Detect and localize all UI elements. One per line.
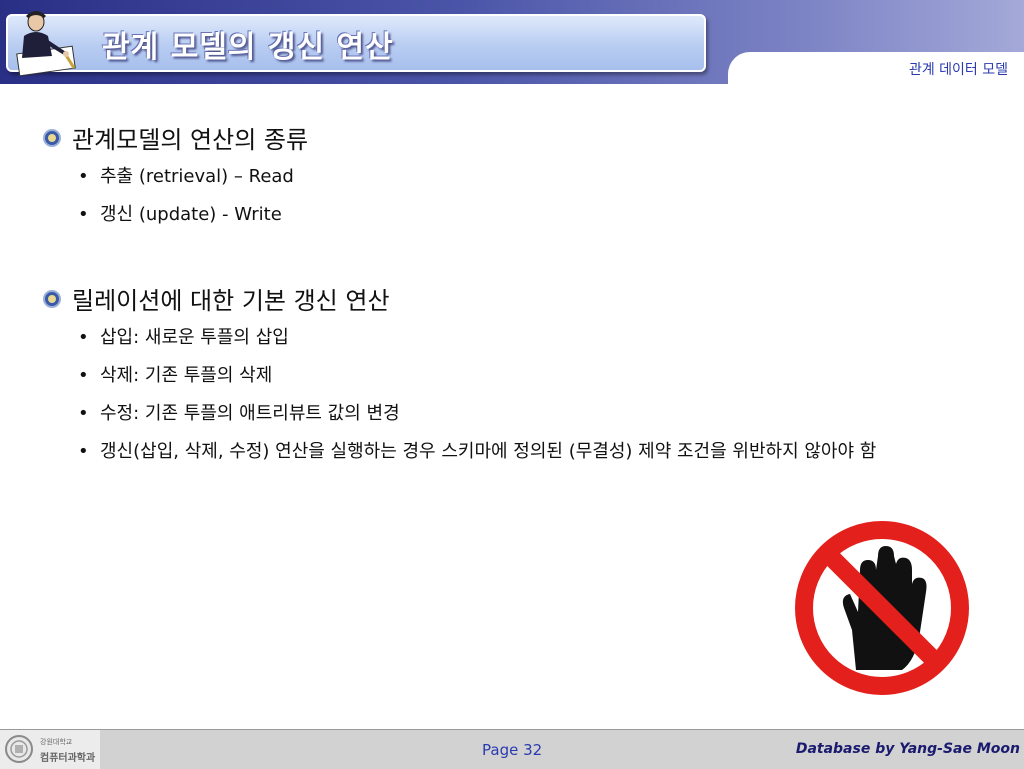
- section-label: 관계 데이터 모델: [908, 62, 1008, 78]
- emblem-bullet-icon: [43, 128, 61, 147]
- bullet-dot: •: [78, 327, 89, 348]
- footer-department-name: 컴퓨터과학과: [40, 753, 96, 764]
- list-item: • 삽입: 새로운 투플의 삽입: [78, 323, 958, 352]
- list-item: • 갱신(삽입, 삭제, 수정) 연산을 실행하는 경우 스키마에 정의된 (무…: [78, 437, 958, 466]
- list-item-text: 삭제: 기존 투플의 삭제: [100, 365, 273, 386]
- university-logo: 강원대학교 컴퓨터과학과: [0, 730, 100, 769]
- list-item: • 추출 (retrieval) – Read: [78, 162, 958, 191]
- bullet-dot: •: [78, 441, 89, 462]
- bullet-heading: 관계모델의 연산의 종류: [72, 126, 309, 154]
- list-item-text: 삽입: 새로운 투플의 삽입: [100, 327, 289, 348]
- main-bullet-operation-types: 관계모델의 연산의 종류: [42, 120, 982, 155]
- list-item: • 삭제: 기존 투플의 삭제: [78, 361, 958, 390]
- bullet-heading: 릴레이션에 대한 기본 갱신 연산: [72, 287, 390, 315]
- stop-hand-icon: [795, 521, 969, 695]
- page-number: Page 32: [482, 741, 543, 759]
- footer-credit: Database by Yang-Sae Moon: [795, 741, 1020, 757]
- bullet-dot: •: [78, 403, 89, 424]
- list-item-text: 추출 (retrieval) – Read: [100, 166, 294, 187]
- list-item-text: 수정: 기존 투플의 애트리뷰트 값의 변경: [100, 403, 400, 424]
- main-bullet-update-operations: 릴레이션에 대한 기본 갱신 연산: [42, 281, 982, 316]
- bullet-dot: •: [78, 365, 89, 386]
- page-title: 관계 모델의 갱신 연산: [102, 30, 394, 65]
- list-item-text: 갱신 (update) - Write: [100, 204, 282, 225]
- university-seal-icon: [5, 735, 33, 763]
- bullet-dot: •: [78, 204, 89, 225]
- list-item: • 수정: 기존 투플의 애트리뷰트 값의 변경: [78, 399, 958, 428]
- list-item-text: 갱신(삽입, 삭제, 수정) 연산을 실행하는 경우 스키마에 정의된 (무결성…: [100, 441, 877, 462]
- bullet-dot: •: [78, 166, 89, 187]
- list-item: • 갱신 (update) - Write: [78, 200, 958, 229]
- emblem-bullet-icon: [43, 289, 61, 308]
- businessman-writing-icon: [16, 11, 76, 76]
- footer: 강원대학교 컴퓨터과학과 Page 32 Database by Yang-Sa…: [0, 729, 1024, 769]
- footer-university-name: 강원대학교: [40, 738, 73, 746]
